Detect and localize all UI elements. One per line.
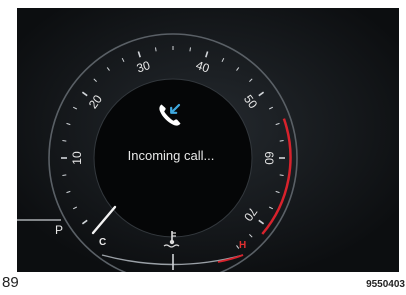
speed-tick xyxy=(279,174,284,176)
instrument-cluster-display: 10 20 30 40 50 60 70 P Incoming call... … xyxy=(17,8,399,272)
speed-tick xyxy=(62,140,67,142)
temperature-cold-label: C xyxy=(99,237,106,248)
page-number: 89 xyxy=(2,274,19,291)
speed-tick xyxy=(155,47,157,52)
speedometer-dial: 10 20 30 40 50 60 70 P Incoming call... … xyxy=(17,8,399,272)
speed-tick xyxy=(279,140,284,142)
speed-tick xyxy=(62,174,67,176)
speed-label-60: 60 xyxy=(262,151,276,165)
incoming-call-text: Incoming call... xyxy=(128,148,215,163)
speed-tick xyxy=(189,47,191,52)
speed-label-10: 10 xyxy=(70,151,84,165)
gear-indicator-label: P xyxy=(55,223,63,237)
temperature-hot-label: H xyxy=(239,240,246,251)
figure-code: 9550403 xyxy=(366,279,405,290)
